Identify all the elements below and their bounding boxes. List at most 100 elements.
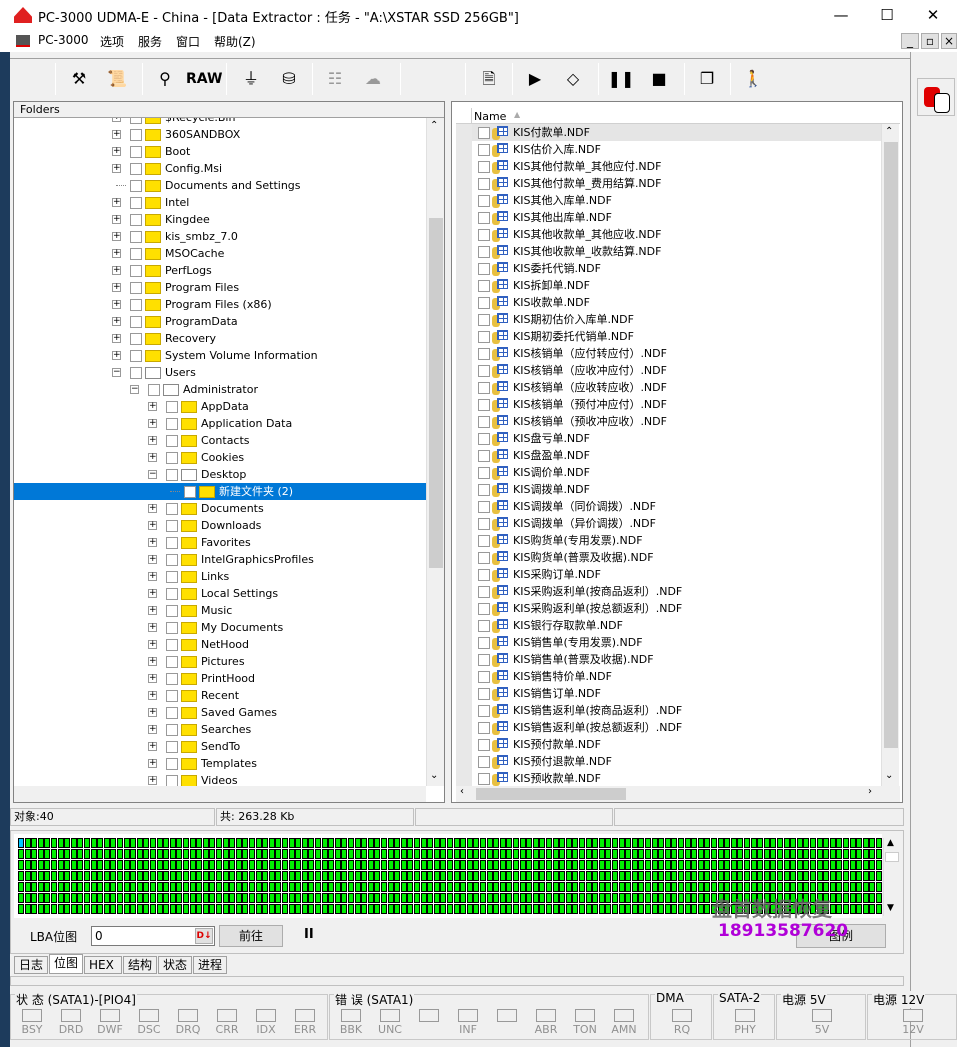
expand-icon[interactable]: + — [148, 419, 157, 428]
file-item[interactable]: KIS盘盈单.NDF — [456, 447, 881, 464]
tab-0[interactable]: 日志 — [14, 956, 48, 974]
file-checkbox[interactable] — [478, 161, 490, 173]
folder-checkbox[interactable] — [130, 197, 142, 209]
folder-item[interactable]: + Config.Msi — [14, 160, 426, 177]
tab-5[interactable]: 进程 — [193, 956, 227, 974]
file-item[interactable]: KIS其他付款单_其他应付.NDF — [456, 158, 881, 175]
expand-icon[interactable]: + — [148, 402, 157, 411]
expand-icon[interactable]: + — [112, 249, 121, 258]
folder-checkbox[interactable] — [130, 265, 142, 277]
expand-icon[interactable]: + — [148, 674, 157, 683]
expand-icon[interactable]: + — [148, 606, 157, 615]
folder-item[interactable]: + Templates — [14, 755, 426, 772]
tab-2[interactable]: HEX — [84, 956, 122, 974]
file-checkbox[interactable] — [478, 535, 490, 547]
file-checkbox[interactable] — [478, 399, 490, 411]
expand-icon[interactable]: + — [112, 351, 121, 360]
folder-checkbox[interactable] — [130, 248, 142, 260]
file-item[interactable]: KIS拆卸单.NDF — [456, 277, 881, 294]
folder-item[interactable]: + Intel — [14, 194, 426, 211]
files-vertical-scrollbar[interactable]: ⌃ ⌄ — [881, 124, 899, 786]
folder-item[interactable]: + Recovery — [14, 330, 426, 347]
file-item[interactable]: KIS销售订单.NDF — [456, 685, 881, 702]
file-checkbox[interactable] — [478, 484, 490, 496]
file-checkbox[interactable] — [478, 501, 490, 513]
folder-checkbox[interactable] — [130, 146, 142, 158]
file-checkbox[interactable] — [478, 212, 490, 224]
folder-checkbox[interactable] — [166, 588, 178, 600]
folder-item[interactable]: + SendTo — [14, 738, 426, 755]
file-checkbox[interactable] — [478, 722, 490, 734]
folder-item[interactable]: + AppData — [14, 398, 426, 415]
file-checkbox[interactable] — [478, 688, 490, 700]
expand-icon[interactable]: + — [148, 436, 157, 445]
file-item[interactable]: KIS购货单(专用发票).NDF — [456, 532, 881, 549]
folder-checkbox[interactable] — [166, 639, 178, 651]
folder-checkbox[interactable] — [166, 758, 178, 770]
file-item[interactable]: KIS调拨单.NDF — [456, 481, 881, 498]
pause-icon[interactable]: ❚❚ — [606, 65, 636, 93]
play-icon[interactable]: ▶ — [520, 65, 550, 93]
expand-icon[interactable]: + — [148, 504, 157, 513]
file-item[interactable]: KIS估价入库.NDF — [456, 141, 881, 158]
file-checkbox[interactable] — [478, 297, 490, 309]
folder-checkbox[interactable] — [166, 741, 178, 753]
folder-item[interactable]: + Local Settings — [14, 585, 426, 602]
stop-icon[interactable]: ■ — [644, 65, 674, 93]
expand-icon[interactable]: + — [112, 147, 121, 156]
scroll-down-icon[interactable]: ⌄ — [430, 770, 438, 781]
expand-icon[interactable]: + — [148, 521, 157, 530]
folder-checkbox[interactable] — [166, 707, 178, 719]
file-checkbox[interactable] — [478, 280, 490, 292]
file-checkbox[interactable] — [478, 705, 490, 717]
folder-checkbox[interactable] — [166, 469, 178, 481]
collapse-icon[interactable]: − — [112, 368, 121, 377]
file-checkbox[interactable] — [478, 314, 490, 326]
file-item[interactable]: KIS其他入库单.NDF — [456, 192, 881, 209]
merge-icon[interactable]: ⏚ — [236, 65, 266, 93]
expand-icon[interactable]: + — [112, 164, 121, 173]
file-item[interactable]: KIS其他收款单_其他应收.NDF — [456, 226, 881, 243]
file-checkbox[interactable] — [478, 739, 490, 751]
folder-checkbox[interactable] — [166, 605, 178, 617]
folder-checkbox[interactable] — [130, 299, 142, 311]
mdi-restore-button[interactable]: ▫ — [921, 33, 939, 49]
folder-checkbox[interactable] — [166, 537, 178, 549]
file-checkbox[interactable] — [478, 382, 490, 394]
file-item[interactable]: KIS收款单.NDF — [456, 294, 881, 311]
file-item[interactable]: KIS预付款单.NDF — [456, 736, 881, 753]
expand-icon[interactable]: + — [148, 555, 157, 564]
expand-icon[interactable]: + — [112, 283, 121, 292]
expand-icon[interactable]: + — [148, 776, 157, 785]
file-item[interactable]: KIS销售返利单(按商品返利）.NDF — [456, 702, 881, 719]
folder-checkbox[interactable] — [166, 520, 178, 532]
folder-item[interactable]: + PrintHood — [14, 670, 426, 687]
column-name[interactable]: Name — [474, 110, 506, 123]
file-checkbox[interactable] — [478, 518, 490, 530]
folder-checkbox[interactable] — [166, 724, 178, 736]
folder-checkbox[interactable] — [166, 503, 178, 515]
scroll-up-icon[interactable]: ⌃ — [885, 126, 893, 137]
tab-3[interactable]: 结构 — [123, 956, 157, 974]
file-checkbox[interactable] — [478, 637, 490, 649]
folder-checkbox[interactable] — [130, 231, 142, 243]
folder-checkbox[interactable] — [166, 622, 178, 634]
folder-item[interactable]: + Program Files — [14, 279, 426, 296]
folder-item[interactable]: + Cookies — [14, 449, 426, 466]
folder-item[interactable]: + Recent — [14, 687, 426, 704]
collapse-icon[interactable]: − — [130, 385, 139, 394]
scroll-thumb[interactable] — [885, 852, 899, 862]
folder-item[interactable]: − Administrator — [14, 381, 426, 398]
menu-help[interactable]: 帮助(Z) — [214, 33, 256, 50]
folder-item[interactable]: − Desktop — [14, 466, 426, 483]
folder-item[interactable]: +360SANDBOX — [14, 126, 426, 143]
lba-dropdown-icon[interactable]: D↓ — [195, 928, 213, 944]
expand-icon[interactable]: + — [148, 742, 157, 751]
folder-item[interactable]: + Favorites — [14, 534, 426, 551]
file-item[interactable]: KIS其他收款单_收款结算.NDF — [456, 243, 881, 260]
file-item[interactable]: KIS销售单(专用发票).NDF — [456, 634, 881, 651]
file-item[interactable]: KIS期初估价入库单.NDF — [456, 311, 881, 328]
folder-checkbox[interactable] — [130, 180, 142, 192]
folder-checkbox[interactable] — [148, 384, 160, 396]
file-item[interactable]: KIS调拨单（同价调拨）.NDF — [456, 498, 881, 515]
